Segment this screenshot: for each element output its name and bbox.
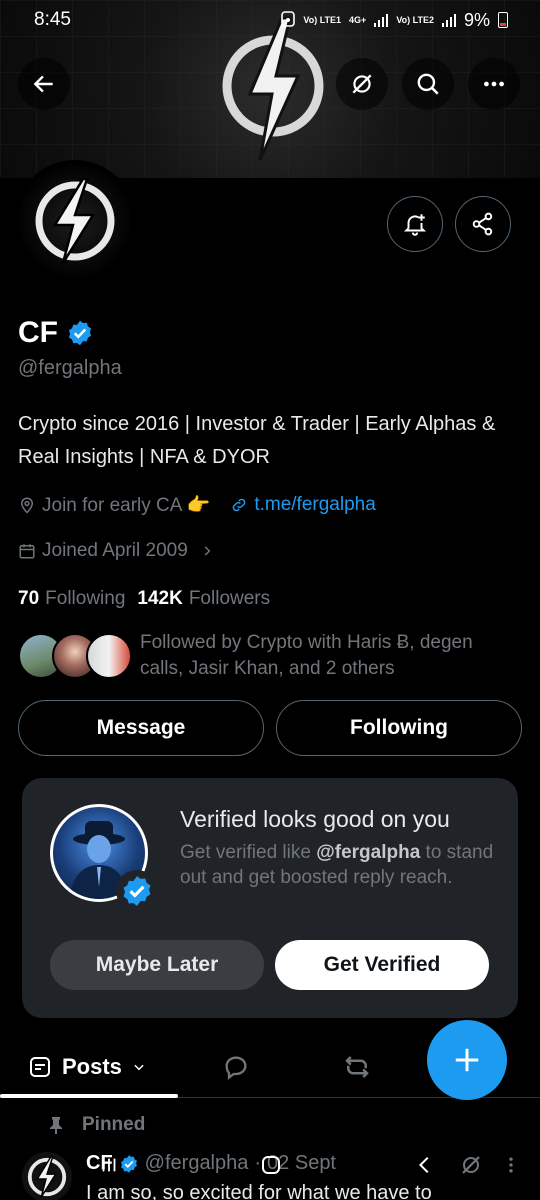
location-pin-icon xyxy=(20,497,34,514)
profile-name: CF xyxy=(18,316,58,349)
profile-avatar[interactable] xyxy=(14,160,136,282)
more-options-button[interactable] xyxy=(468,58,520,110)
followers-label: Followers xyxy=(188,588,271,609)
tab-posts-label: Posts xyxy=(62,1054,122,1079)
tab-reposts[interactable] xyxy=(342,1036,372,1098)
status-bar: 8:45 Vo) LTE1 4G+ Vo) LTE2 9% xyxy=(0,0,540,40)
following-count: 70 xyxy=(18,588,40,609)
chevron-right-icon xyxy=(204,546,211,556)
joined-row[interactable]: Joined April 2009 xyxy=(18,540,214,562)
search-button[interactable] xyxy=(402,58,454,110)
chevron-left-icon xyxy=(418,1156,429,1174)
follow-counts: 70 Following 142K Followers xyxy=(18,588,270,610)
grok-button[interactable] xyxy=(336,58,388,110)
followers-count-link[interactable]: 142K Followers xyxy=(137,588,270,610)
signal-icon xyxy=(441,13,456,27)
profile-bio: Crypto since 2016 | Investor & Trader | … xyxy=(18,413,496,468)
chevron-down-icon xyxy=(134,1064,144,1071)
system-back-button[interactable] xyxy=(408,1148,442,1182)
grok-button[interactable] xyxy=(454,1148,488,1182)
message-button[interactable]: Message xyxy=(18,700,264,756)
home-icon xyxy=(262,1156,280,1174)
more-vertical-icon xyxy=(509,1157,513,1173)
promo-text: Get verified like @fergalpha to stand ou… xyxy=(180,842,494,888)
share-button[interactable] xyxy=(455,196,511,252)
status-icons: Vo) LTE1 4G+ Vo) LTE2 9% xyxy=(281,10,508,31)
grok-icon xyxy=(352,74,372,94)
profile-link[interactable]: t.me/fergalpha xyxy=(254,494,375,516)
followed-by-text[interactable]: Followed by Crypto with Haris Ƀ, degen c… xyxy=(140,630,520,682)
posts-icon xyxy=(30,1057,50,1077)
system-navigation-bar xyxy=(0,1148,540,1184)
tab-replies[interactable] xyxy=(222,1036,250,1098)
notifications-button[interactable] xyxy=(387,196,443,252)
more-icon xyxy=(484,81,504,87)
status-time: 8:45 xyxy=(34,9,71,30)
battery-percent: 9% xyxy=(463,9,490,30)
post-text[interactable]: I am so, so excited for what we have to xyxy=(86,1182,432,1200)
following-label: Following xyxy=(45,588,126,609)
arrow-left-icon xyxy=(33,75,53,93)
verified-promo-card: Verified looks good on you Get verified … xyxy=(22,778,518,1018)
promo-title: Verified looks good on you xyxy=(180,806,450,832)
sim1-network-label: Vo) LTE1 xyxy=(303,15,342,25)
back-button[interactable] xyxy=(18,58,70,110)
followed-by-avatars[interactable] xyxy=(18,633,132,681)
recent-apps-icon xyxy=(102,1158,116,1172)
joined-date: Joined April 2009 xyxy=(42,540,188,561)
follower-avatar xyxy=(86,633,132,679)
post-more-button[interactable] xyxy=(494,1148,528,1182)
plus-icon xyxy=(455,1048,479,1072)
name-row: CF xyxy=(18,316,94,350)
compose-post-button[interactable] xyxy=(427,1020,507,1100)
share-icon xyxy=(472,212,493,236)
bell-plus-icon xyxy=(403,214,427,236)
hotspot-icon xyxy=(281,10,296,30)
signal-icon xyxy=(374,13,389,27)
lightning-logo-icon xyxy=(35,177,115,264)
search-icon xyxy=(417,73,439,95)
profile-meta-row: Join for early CA 👉 t.me/fergalpha xyxy=(18,493,376,517)
reply-icon xyxy=(225,1056,247,1080)
tab-posts[interactable]: Posts xyxy=(28,1036,146,1098)
following-count-link[interactable]: 70 Following xyxy=(18,588,125,610)
recent-apps-button[interactable] xyxy=(92,1148,126,1182)
home-button[interactable] xyxy=(254,1148,288,1182)
link-icon xyxy=(233,498,246,512)
grok-icon xyxy=(462,1156,480,1174)
verified-badge-icon[interactable] xyxy=(66,319,94,347)
pin-icon xyxy=(50,1117,62,1134)
battery-icon xyxy=(498,12,508,28)
pinned-indicator: Pinned xyxy=(48,1114,145,1136)
calendar-icon xyxy=(19,544,35,559)
verified-badge-icon xyxy=(116,870,158,912)
active-tab-indicator xyxy=(0,1094,178,1098)
following-button[interactable]: Following xyxy=(276,700,522,756)
maybe-later-button[interactable]: Maybe Later xyxy=(50,940,264,990)
followers-count: 142K xyxy=(137,588,183,609)
network-type-label: 4G+ xyxy=(349,15,367,25)
get-verified-button[interactable]: Get Verified xyxy=(275,940,489,990)
pinned-label: Pinned xyxy=(82,1114,146,1135)
sim2-network-label: Vo) LTE2 xyxy=(396,15,434,25)
profile-location: Join for early CA 👉 xyxy=(42,495,211,516)
repost-icon xyxy=(345,1056,369,1078)
profile-handle: @fergalpha xyxy=(18,357,122,379)
